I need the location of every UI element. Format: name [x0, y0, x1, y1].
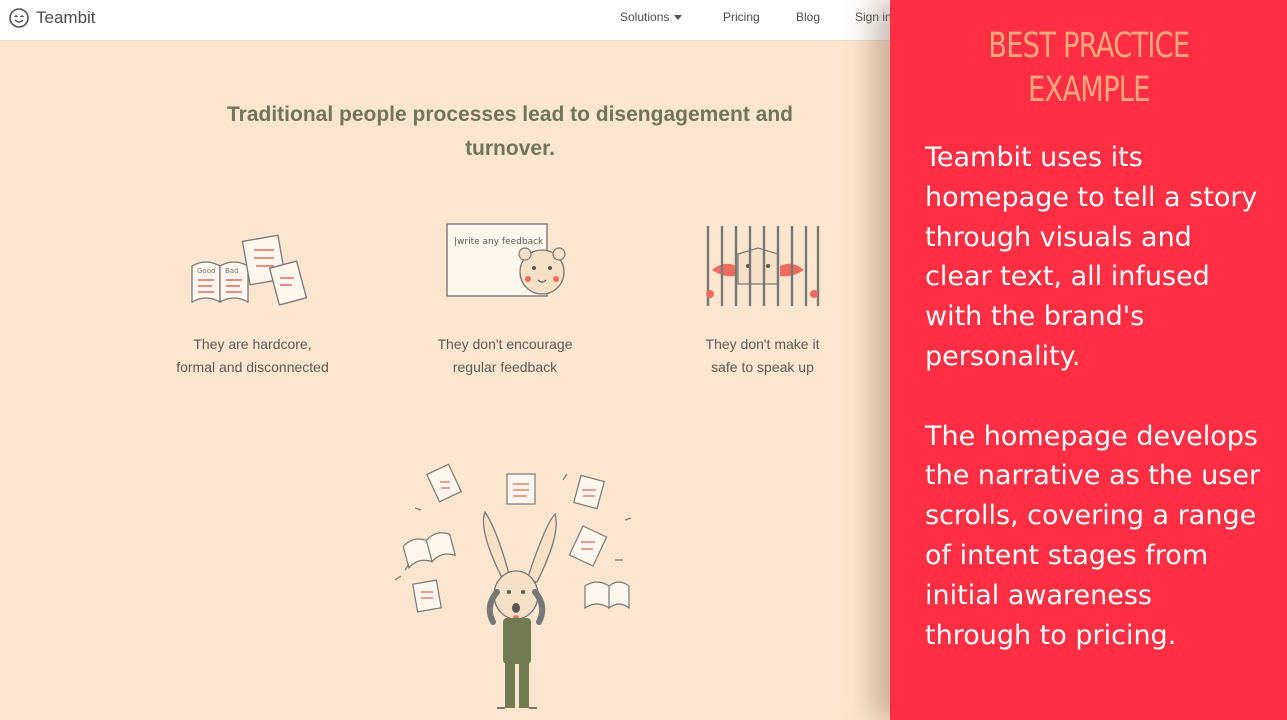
svg-text:Bad: Bad [225, 267, 239, 275]
feature-1-line1: They are hardcore, [193, 336, 312, 352]
nav-solutions[interactable]: Solutions [620, 10, 683, 24]
feature-caption-1: They are hardcore, formal and disconnect… [150, 333, 355, 379]
nav-solutions-label: Solutions [620, 10, 670, 24]
section-headline: Traditional people processes lead to dis… [227, 103, 793, 160]
svg-text:Good: Good [197, 267, 215, 275]
chevron-down-icon [674, 15, 683, 21]
feature-caption-3: They don't make it safe to speak up [680, 333, 845, 379]
top-navigation: Teambit Solutions Pricing Blog Sign in [0, 0, 890, 41]
website-screenshot: Teambit Solutions Pricing Blog Sign in T… [0, 0, 890, 720]
nav-pricing[interactable]: Pricing [723, 10, 760, 24]
feature-2-line2: regular feedback [452, 359, 558, 375]
paper-forms-icon: Good Bad [191, 234, 308, 306]
best-practice-panel: BEST PRACTICE EXAMPLE Teambit uses its h… [890, 0, 1287, 720]
panel-body: Teambit uses its homepage to tell a stor… [925, 138, 1265, 655]
brand-name: Teambit [36, 8, 96, 27]
stressed-rabbit-illustration [394, 463, 632, 709]
nav-signin[interactable]: Sign in [855, 10, 890, 24]
feature-2-line1: They don't encourage [437, 336, 573, 352]
smiley-logo-icon [9, 8, 29, 28]
panel-title-line2: EXAMPLE [1028, 70, 1150, 110]
feature-3-line2: safe to speak up [711, 359, 814, 375]
panel-paragraph-2: The homepage develops the narrative as t… [925, 420, 1261, 651]
panel-paragraph-1: Teambit uses its homepage to tell a stor… [925, 142, 1258, 372]
panel-title-line1: BEST PRACTICE [988, 26, 1190, 66]
feedback-board-text: |write any feedback [454, 237, 544, 247]
feedback-bear-icon: |write any feedback [446, 223, 566, 297]
brand-logo[interactable]: Teambit [8, 7, 96, 29]
feature-3-line1: They don't make it [705, 336, 820, 352]
caged-cat-icon [706, 226, 820, 306]
feature-1-line2: formal and disconnected [176, 359, 329, 375]
panel-title: BEST PRACTICE EXAMPLE [934, 24, 1244, 112]
nav-blog[interactable]: Blog [796, 10, 820, 24]
feature-caption-2: They don't encourage regular feedback [410, 333, 600, 379]
